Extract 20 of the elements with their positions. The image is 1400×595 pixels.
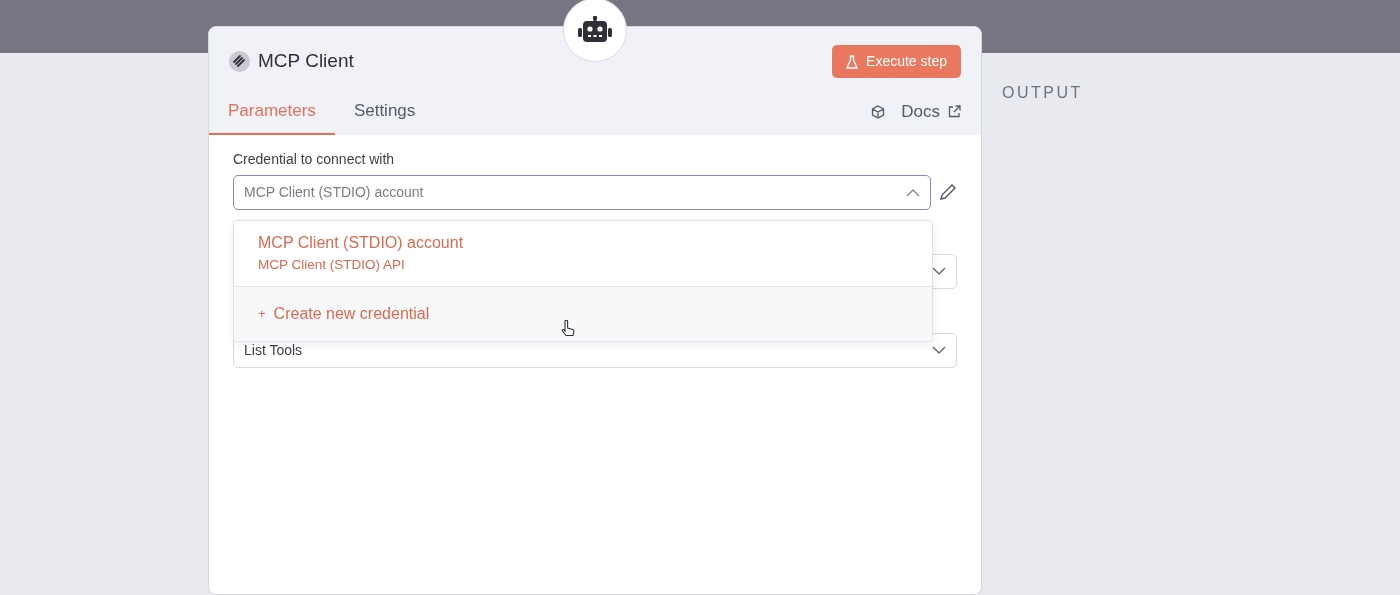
flask-icon [846, 54, 859, 69]
pointer-cursor-icon [561, 319, 575, 337]
tab[interactable]: Parameters [209, 90, 335, 135]
robot-icon [578, 16, 612, 44]
node-title: MCP Client [258, 49, 354, 74]
chevron-down-icon [932, 345, 946, 355]
execute-step-button[interactable]: Execute step [832, 45, 961, 78]
field-label: Credential to connect with [233, 149, 396, 169]
chevron-down-icon [932, 266, 946, 276]
cube-icon[interactable] [871, 104, 886, 119]
external-link-icon [948, 105, 961, 119]
create-credential-button[interactable]: + Create new credential [234, 286, 932, 341]
pencil-icon[interactable] [939, 183, 957, 201]
chevron-up-icon [906, 187, 920, 197]
credential-select[interactable]: MCP Client (STDIO) account [233, 174, 931, 210]
tab[interactable]: Settings [334, 90, 435, 135]
credential-option[interactable]: MCP Client (STDIO) account MCP Client (STDIO) API [234, 220, 932, 287]
output-label: OUTPUT [1002, 83, 1083, 103]
node-logo-icon [229, 51, 250, 72]
docs-link[interactable]: Docs [901, 99, 961, 125]
